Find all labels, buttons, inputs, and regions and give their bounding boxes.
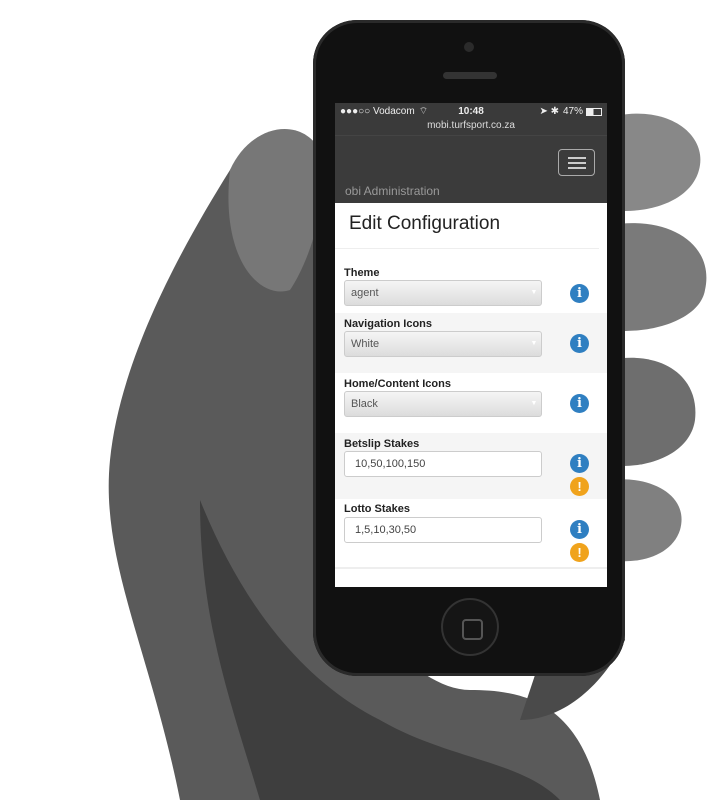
page-title: Edit Configuration xyxy=(335,203,599,249)
brand-text: Mobi Administration xyxy=(345,184,440,198)
theme-select[interactable]: agent ▼ xyxy=(344,280,542,306)
select-value: Black xyxy=(351,398,378,410)
brand[interactable]: Mobi Administration xyxy=(345,184,545,198)
info-icon[interactable]: i xyxy=(570,394,589,413)
speaker-grille xyxy=(443,72,497,79)
field-betslip-stakes: Betslip Stakes 10,50,100,150 i ! xyxy=(335,433,607,499)
warning-icon[interactable]: ! xyxy=(570,477,589,496)
camera-icon xyxy=(464,42,474,52)
select-value: White xyxy=(351,338,380,350)
info-icon[interactable]: i xyxy=(570,520,589,539)
field-home-content-icons: Home/Content Icons Black ▼ i xyxy=(335,373,607,433)
betslip-stakes-input[interactable]: 10,50,100,150 xyxy=(344,451,542,477)
field-label: Betslip Stakes xyxy=(344,438,420,450)
navigation-icons-select[interactable]: White ▼ xyxy=(344,331,542,357)
navbar: Mobi Administration xyxy=(335,135,607,203)
home-button[interactable] xyxy=(441,598,499,656)
field-lotto-stakes: Lotto Stakes 1,5,10,30,50 i ! xyxy=(335,499,607,569)
status-bar: ●●●○○ Vodacom ⌔ 10:48 ➤ ✱ 47% xyxy=(335,103,607,120)
chevron-down-icon: ▼ xyxy=(530,289,538,296)
select-value: agent xyxy=(351,287,379,299)
field-label: Lotto Stakes xyxy=(344,503,411,515)
info-icon[interactable]: i xyxy=(570,454,589,473)
chevron-down-icon: ▼ xyxy=(530,340,538,347)
chevron-down-icon: ▼ xyxy=(530,400,538,407)
field-label: Navigation Icons xyxy=(344,318,433,330)
field-navigation-icons: Navigation Icons White ▼ i xyxy=(335,313,607,373)
field-label: Home/Content Icons xyxy=(344,378,451,390)
clock: 10:48 xyxy=(458,106,484,117)
phone-screen: ●●●○○ Vodacom ⌔ 10:48 ➤ ✱ 47% mobi.turfs… xyxy=(335,103,607,587)
home-content-icons-select[interactable]: Black ▼ xyxy=(344,391,542,417)
field-label: Theme xyxy=(344,267,380,279)
hamburger-icon[interactable] xyxy=(558,149,595,176)
info-icon[interactable]: i xyxy=(570,334,589,353)
url-bar[interactable]: mobi.turfsport.co.za xyxy=(335,120,607,135)
lotto-stakes-input[interactable]: 1,5,10,30,50 xyxy=(344,517,542,543)
info-icon[interactable]: i xyxy=(570,284,589,303)
warning-icon[interactable]: ! xyxy=(570,543,589,562)
